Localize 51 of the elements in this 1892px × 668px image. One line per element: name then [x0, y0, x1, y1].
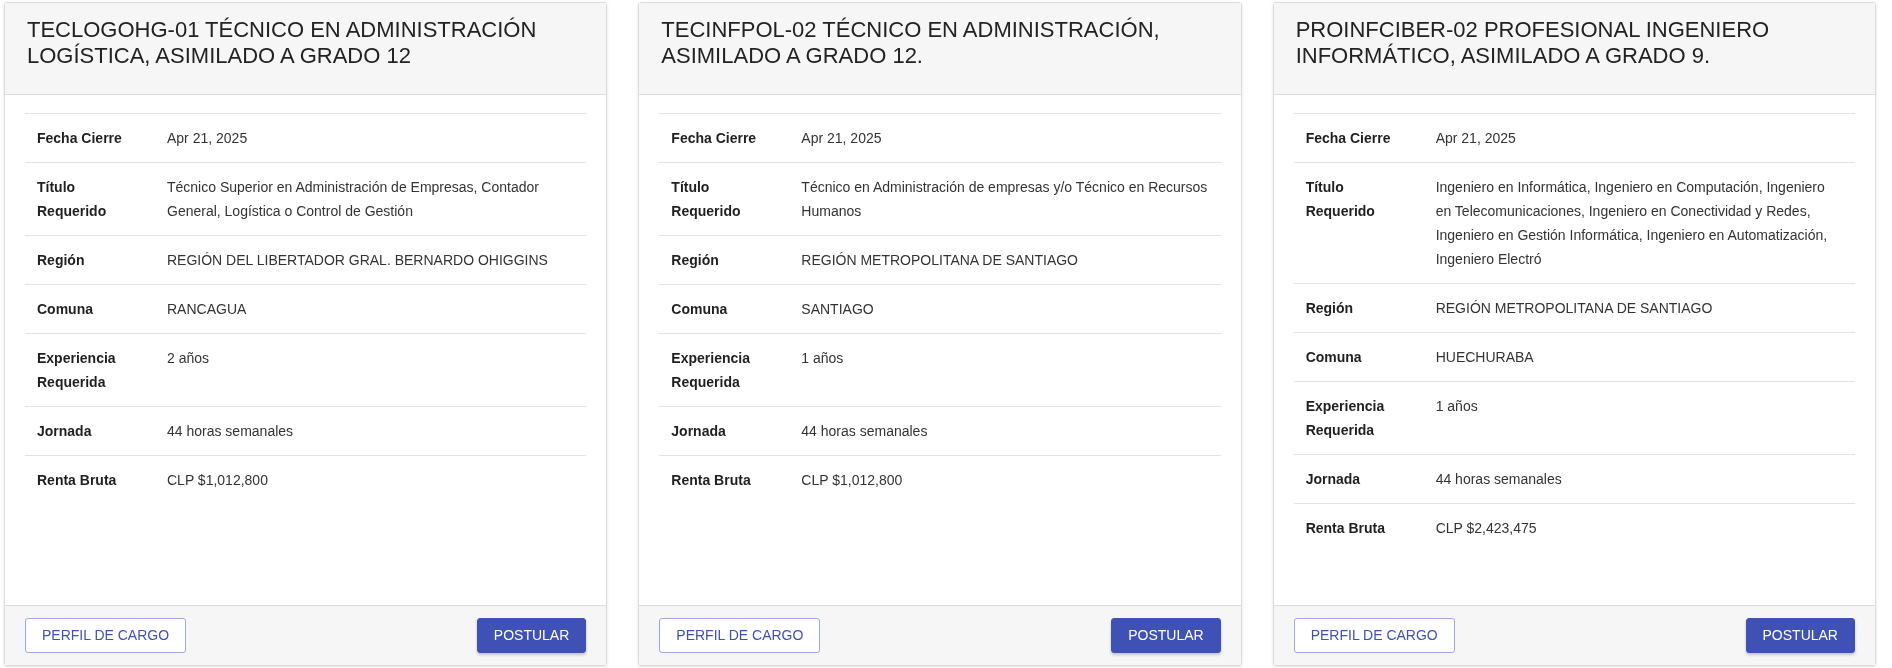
- field-value: Técnico Superior en Administración de Empresas, Contador General, Logística o Control de Gestión: [155, 162, 587, 236]
- field-label: Experiencia Requerida: [659, 333, 790, 407]
- field-value: CLP $1,012,800: [789, 455, 1221, 504]
- apply-button[interactable]: POSTULAR: [476, 618, 587, 653]
- job-title: TECINFPOL-02 TÉCNICO EN ADMINISTRACIÓN, ASIMILADO A GRADO 12.: [661, 17, 1161, 70]
- field-value: 44 horas semanales: [155, 406, 587, 456]
- field-label: Fecha Cierre: [25, 113, 155, 163]
- field-label: Fecha Cierre: [1293, 113, 1424, 163]
- field-value: CLP $1,012,800: [155, 455, 587, 504]
- profile-button[interactable]: PERFIL DE CARGO: [1293, 618, 1455, 653]
- field-value: REGIÓN DEL LIBERTADOR GRAL. BERNARDO OHIGGINS: [155, 235, 587, 285]
- field-value: Apr 21, 2025: [155, 113, 587, 163]
- field-value: Ingeniero en Informática, Ingeniero en Computación, Ingeniero en Telecomunicaciones, Ingeniero en Conectividad y Redes, Ingeniero en Gestión Informática, Ingeniero en Automatización, Ingeniero Electró: [1423, 162, 1855, 284]
- field-label: Renta Bruta: [1293, 503, 1424, 552]
- field-value: REGIÓN METROPOLITANA DE SANTIAGO: [789, 235, 1221, 285]
- field-label: Comuna: [25, 284, 155, 334]
- field-label: Jornada: [659, 406, 790, 456]
- profile-button[interactable]: PERFIL DE CARGO: [25, 618, 187, 653]
- field-label: Experiencia Requerida: [25, 333, 155, 407]
- field-value: 1 años: [1423, 381, 1855, 455]
- field-value: 44 horas semanales: [789, 406, 1221, 456]
- profile-button[interactable]: PERFIL DE CARGO: [659, 618, 821, 653]
- field-value: Apr 21, 2025: [789, 113, 1221, 163]
- field-value: HUECHURABA: [1423, 332, 1855, 382]
- field-label: Título Requerido: [659, 162, 790, 236]
- field-label: Jornada: [1293, 454, 1424, 504]
- apply-button[interactable]: POSTULAR: [1111, 618, 1221, 653]
- field-label: Fecha Cierre: [659, 113, 790, 163]
- field-label: Comuna: [659, 284, 790, 334]
- field-value: REGIÓN METROPOLITANA DE SANTIAGO: [1423, 283, 1855, 333]
- job-title: PROINFCIBER-02 PROFESIONAL INGENIERO INFORMÁTICO, ASIMILADO A GRADO 9.: [1295, 17, 1771, 70]
- field-value: RANCAGUA: [155, 284, 587, 334]
- field-label: Título Requerido: [25, 162, 155, 236]
- field-label: Comuna: [1293, 332, 1424, 382]
- field-label: Título Requerido: [1293, 162, 1424, 284]
- job-title: TECLOGOHG-01 TÉCNICO EN ADMINISTRACIÓN LOGÍSTICA, ASIMILADO A GRADO 12: [27, 17, 538, 70]
- field-value: 2 años: [155, 333, 587, 407]
- field-label: Experiencia Requerida: [1293, 381, 1424, 455]
- field-label: Región: [1293, 283, 1424, 333]
- field-value: CLP $2,423,475: [1423, 503, 1855, 552]
- field-label: Renta Bruta: [659, 455, 790, 504]
- field-label: Jornada: [25, 406, 155, 456]
- field-value: 1 años: [789, 333, 1221, 407]
- field-label: Renta Bruta: [25, 455, 155, 504]
- field-value: Técnico en Administración de empresas y/o Técnico en Recursos Humanos: [789, 162, 1221, 236]
- field-label: Región: [659, 235, 790, 285]
- field-label: Región: [25, 235, 155, 285]
- field-value: SANTIAGO: [789, 284, 1221, 334]
- field-value: 44 horas semanales: [1423, 454, 1855, 504]
- field-value: Apr 21, 2025: [1423, 113, 1855, 163]
- apply-button[interactable]: POSTULAR: [1745, 618, 1855, 653]
